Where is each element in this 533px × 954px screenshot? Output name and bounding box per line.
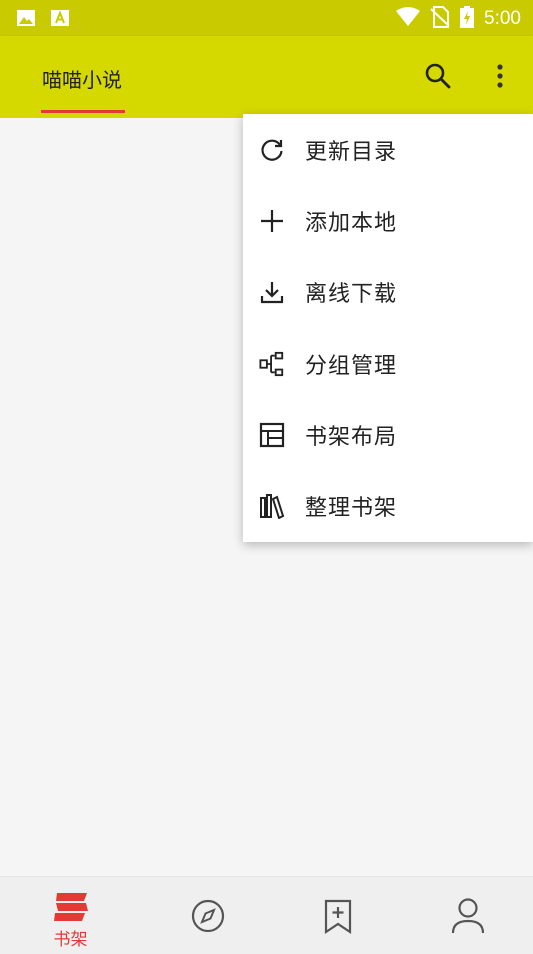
menu-item-group-manage[interactable]: 分组管理 <box>243 328 533 399</box>
more-vert-icon <box>496 63 504 93</box>
nav-label: 书架 <box>53 930 88 950</box>
tab-bookshelf[interactable]: 喵喵小说 <box>41 64 125 118</box>
refresh-icon <box>259 137 285 163</box>
menu-item-label: 分组管理 <box>305 353 398 379</box>
status-time: 5:00 <box>484 8 521 29</box>
menu-item-offline-download[interactable]: 离线下载 <box>243 257 533 328</box>
search-button[interactable] <box>422 62 454 94</box>
image-notification-icon <box>16 8 36 32</box>
battery-charging-icon <box>460 6 475 32</box>
menu-item-update-catalog[interactable]: 更新目录 <box>243 114 533 185</box>
a-notification-icon <box>50 8 70 32</box>
bottom-navigation: 书架 <box>0 876 533 954</box>
menu-item-add-local[interactable]: 添加本地 <box>243 185 533 256</box>
tab-label: 喵喵小说 <box>42 68 122 92</box>
no-sim-icon <box>430 6 450 32</box>
menu-item-label: 离线下载 <box>305 282 398 308</box>
bookmark-add-icon <box>323 899 353 939</box>
overflow-menu: 更新目录 添加本地 离线下载 分组管理 书架布局 整理书架 <box>243 114 533 542</box>
menu-item-label: 添加本地 <box>305 210 398 236</box>
compass-icon <box>191 899 225 937</box>
status-bar: 5:00 <box>0 0 533 36</box>
tab-indicator <box>41 110 125 113</box>
plus-icon <box>259 208 285 234</box>
wifi-icon <box>396 7 421 31</box>
layout-icon <box>259 422 285 448</box>
nav-bookmark[interactable] <box>271 877 404 954</box>
menu-item-label: 更新目录 <box>305 139 398 165</box>
nav-discover[interactable] <box>141 877 274 954</box>
menu-item-shelf-layout[interactable]: 书架布局 <box>243 399 533 470</box>
search-icon <box>424 62 452 94</box>
app-bar: 喵喵小说 <box>0 36 533 118</box>
person-icon <box>451 897 485 939</box>
nav-bookshelf[interactable]: 书架 <box>4 877 137 954</box>
group-icon <box>259 351 285 377</box>
bookshelf-icon <box>53 891 89 925</box>
download-icon <box>259 279 285 305</box>
menu-item-label: 整理书架 <box>305 496 398 522</box>
more-options-button[interactable] <box>484 62 516 94</box>
menu-item-organize-shelf[interactable]: 整理书架 <box>243 470 533 541</box>
books-icon <box>259 493 285 520</box>
nav-profile[interactable] <box>401 877 533 954</box>
menu-item-label: 书架布局 <box>305 424 398 450</box>
